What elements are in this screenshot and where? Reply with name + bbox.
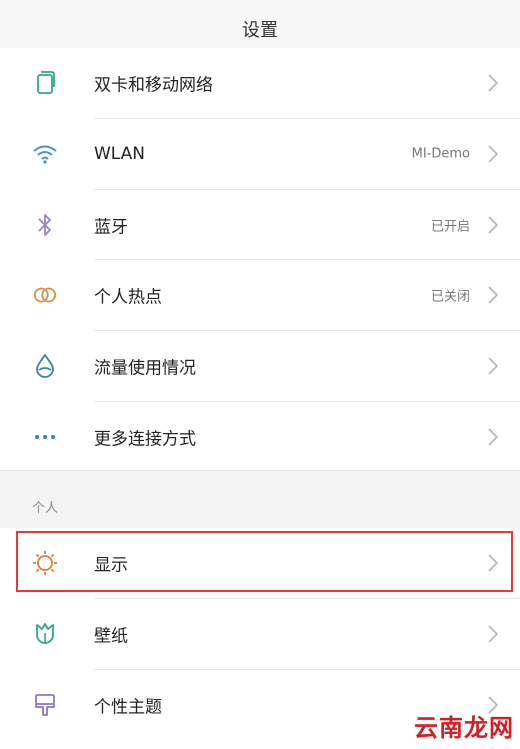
theme-icon <box>32 692 58 718</box>
hotspot-icon <box>32 282 58 308</box>
bluetooth-icon <box>32 212 58 238</box>
sim-card-icon <box>32 70 58 96</box>
chevron-right-icon <box>488 145 499 163</box>
settings-item-label: 显示 <box>94 555 128 576</box>
settings-item-label: 流量使用情况 <box>94 358 196 379</box>
chevron-right-icon <box>488 428 499 446</box>
chevron-right-icon <box>488 216 499 234</box>
wifi-icon <box>32 141 58 167</box>
chevron-right-icon <box>488 554 499 572</box>
settings-item-more-connections[interactable]: 更多连接方式 <box>0 402 520 472</box>
chevron-right-icon <box>488 357 499 375</box>
settings-item-label: WLAN <box>94 144 146 164</box>
settings-item-wlan[interactable]: WLAN MI-Demo <box>0 119 520 189</box>
chevron-right-icon <box>488 74 499 92</box>
watermark: 云南龙网 <box>414 714 514 742</box>
section-personal: 个人 <box>0 470 520 529</box>
chevron-right-icon <box>488 286 499 304</box>
settings-item-bluetooth[interactable]: 蓝牙 已开启 <box>0 190 520 260</box>
display-brightness-icon <box>32 550 58 576</box>
settings-item-hotspot[interactable]: 个人热点 已关闭 <box>0 260 520 330</box>
settings-item-value: MI-Demo <box>411 146 470 162</box>
chevron-right-icon <box>488 625 499 643</box>
settings-item-sim[interactable]: 双卡和移动网络 <box>0 48 520 118</box>
data-usage-icon <box>32 353 58 379</box>
settings-item-data-usage[interactable]: 流量使用情况 <box>0 331 520 401</box>
settings-item-display[interactable]: 显示 <box>0 528 520 598</box>
settings-item-label: 壁纸 <box>94 626 128 647</box>
wallpaper-icon <box>32 621 58 647</box>
page-title: 设置 <box>242 20 278 41</box>
section-title: 个人 <box>32 501 59 516</box>
more-connections-icon <box>32 424 58 450</box>
settings-item-wallpaper[interactable]: 壁纸 <box>0 599 520 669</box>
settings-item-label: 更多连接方式 <box>94 429 196 450</box>
settings-item-label: 个性主题 <box>94 697 162 718</box>
settings-item-label: 双卡和移动网络 <box>94 75 213 96</box>
settings-item-label: 个人热点 <box>94 287 162 308</box>
settings-item-label: 蓝牙 <box>94 217 128 238</box>
settings-item-value: 已关闭 <box>430 289 470 305</box>
settings-item-value: 已开启 <box>430 219 470 235</box>
settings-screen: 设置 双卡和移动网络 WLAN MI-Demo 蓝牙 已开启 个人热点 已关闭 … <box>0 0 520 749</box>
